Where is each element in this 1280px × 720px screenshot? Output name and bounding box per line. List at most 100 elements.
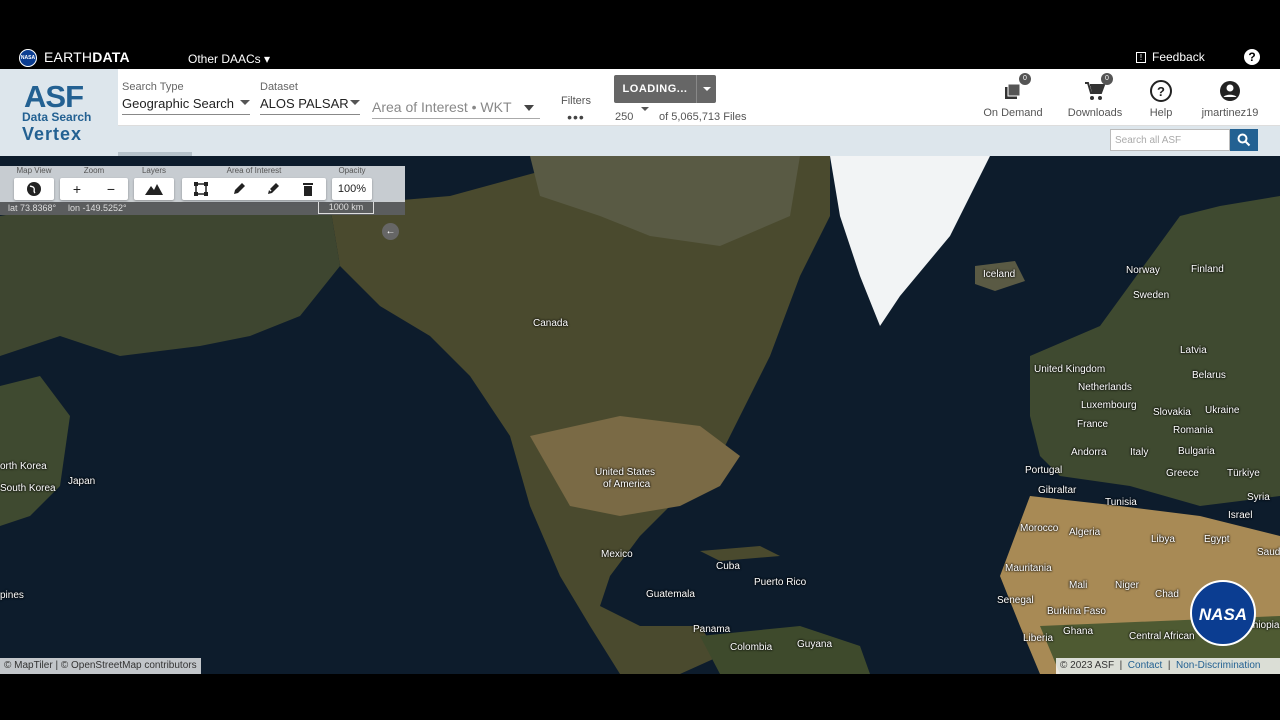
filters-button[interactable]: Filters ••• (561, 95, 591, 125)
search-type-label: Search Type (122, 81, 184, 93)
on-demand-label: On Demand (983, 107, 1043, 119)
opacity-select[interactable]: 100% (332, 178, 372, 200)
map-label: United States (595, 467, 656, 478)
map-label: Mali (1069, 580, 1088, 591)
map-view-label: Map View (16, 166, 52, 175)
map-attribution[interactable]: © MapTiler | © OpenStreetMap contributor… (0, 658, 201, 674)
on-demand-badge: 0 (1019, 73, 1031, 85)
map-label: of America (603, 479, 651, 490)
map-label: Saud (1257, 547, 1280, 558)
map-label: Niger (1115, 580, 1139, 591)
layers-stack-icon: 0 (1001, 73, 1031, 103)
opacity-label: Opacity (338, 166, 366, 175)
map-label: Mauritania (1005, 563, 1052, 574)
map-label: Slovakia (1153, 407, 1191, 418)
footer-links: © 2023 ASF | Contact | Non-Discriminatio… (1056, 658, 1280, 674)
map-label: Puerto Rico (754, 577, 807, 588)
nasa-meatball-logo: NASA (1190, 580, 1256, 646)
map-label: Mexico (601, 549, 633, 560)
contact-link[interactable]: Contact (1128, 660, 1162, 671)
non-discrimination-link[interactable]: Non-Discrimination (1176, 660, 1260, 671)
svg-text:?: ? (1157, 84, 1165, 99)
earthdata-help-icon[interactable]: ? (1244, 49, 1260, 65)
coordinate-readout: lat 73.8368° lon -149.5252° 1000 km (0, 202, 405, 215)
on-demand-button[interactable]: 0 On Demand (983, 73, 1043, 119)
trash-icon[interactable] (290, 178, 326, 200)
map-label: Ghana (1063, 626, 1094, 637)
layers-button[interactable] (134, 178, 174, 200)
user-account-button[interactable]: jmartinez19 (1199, 79, 1261, 119)
zoom-out-button[interactable]: − (94, 178, 128, 200)
map-label: Greece (1166, 468, 1199, 479)
nasa-logo-icon[interactable]: NASA (19, 49, 37, 67)
map-label: Belarus (1192, 370, 1226, 381)
search-button[interactable]: LOADING... (614, 75, 716, 103)
map-label: Bulgaria (1178, 446, 1215, 457)
copyright-text: © 2023 ASF (1060, 660, 1115, 671)
latitude-readout: lat 73.8368° (8, 203, 57, 213)
earthdata-title[interactable]: EARTHDATA (44, 49, 130, 65)
map-label: Panama (693, 624, 731, 635)
map-label: Central African (1129, 631, 1195, 642)
other-daacs-menu[interactable]: Other DAACs ▾ (188, 52, 270, 66)
map-label: Chad (1155, 589, 1179, 600)
map-label: Colombia (730, 642, 773, 653)
zoom-in-button[interactable]: + (60, 178, 94, 200)
chevron-down-icon[interactable] (524, 105, 534, 111)
map-label: Egypt (1204, 534, 1230, 545)
dataset-select[interactable]: Dataset ALOS PALSAR (260, 81, 360, 119)
help-button[interactable]: ? Help (1146, 79, 1176, 119)
mountain-icon (134, 178, 174, 200)
map-label: pines (0, 590, 24, 601)
dataset-value[interactable]: ALOS PALSAR (260, 96, 360, 115)
result-count: 250 of 5,065,713 Files (615, 107, 746, 123)
pencil-icon[interactable] (222, 178, 256, 200)
search-all-asf-input[interactable]: Search all ASF (1110, 129, 1230, 151)
search-options-dropdown[interactable] (696, 75, 716, 103)
zoom-label: Zoom (83, 166, 105, 175)
map-label: Morocco (1020, 523, 1059, 534)
map-canvas[interactable]: Canada Iceland Norway Finland Sweden Lat… (0, 156, 1280, 674)
collapse-toolbar-icon[interactable]: ← (382, 223, 399, 240)
chevron-down-icon (240, 100, 250, 105)
map-label: Japan (68, 476, 96, 487)
longitude-readout: lon -149.5252° (68, 203, 127, 213)
feedback-icon: ! (1136, 51, 1146, 63)
more-dots-icon: ••• (567, 109, 585, 125)
chevron-down-icon (350, 100, 360, 105)
search-type-select[interactable]: Search Type Geographic Search (122, 81, 250, 119)
search-button-label: LOADING... (622, 83, 688, 95)
search-type-value[interactable]: Geographic Search (122, 96, 250, 115)
map-label: Luxembourg (1081, 400, 1137, 411)
search-all-button[interactable] (1230, 129, 1258, 151)
map-label: United Kingdom (1034, 364, 1106, 375)
map-label: Burkina Faso (1047, 606, 1106, 617)
map-label: Norway (1126, 265, 1160, 276)
map-label: Latvia (1180, 345, 1207, 356)
satellite-basemap (0, 156, 1280, 674)
map-label: Finland (1191, 264, 1224, 275)
draw-box-icon[interactable] (182, 178, 220, 200)
help-circle-icon: ? (1149, 79, 1173, 103)
layers-label: Layers (141, 166, 166, 175)
map-label: Tunisia (1105, 497, 1137, 508)
downloads-badge: 0 (1101, 73, 1113, 85)
edit-shape-icon[interactable] (256, 178, 290, 200)
globe-icon (14, 178, 54, 200)
feedback-link[interactable]: ! Feedback (1136, 50, 1205, 64)
aoi-input[interactable]: Area of Interest • WKT (372, 99, 540, 119)
map-label: Algeria (1069, 527, 1101, 538)
map-view-button[interactable] (14, 178, 54, 200)
downloads-label: Downloads (1067, 107, 1123, 119)
max-results-select[interactable]: 250 (615, 107, 653, 123)
downloads-button[interactable]: 0 Downloads (1066, 73, 1124, 119)
map-label: Italy (1130, 447, 1149, 458)
vertex-text: Vertex (22, 124, 83, 144)
data-search-text: Data Search (22, 110, 92, 124)
map-label: Senegal (997, 595, 1034, 606)
map-label: Gibraltar (1038, 485, 1077, 496)
opacity-value: 100% (337, 183, 367, 195)
asf-vertex-logo[interactable]: ASF Data Search Vertex (0, 69, 118, 156)
cart-icon: 0 (1083, 73, 1113, 103)
map-label: South Korea (0, 483, 56, 494)
